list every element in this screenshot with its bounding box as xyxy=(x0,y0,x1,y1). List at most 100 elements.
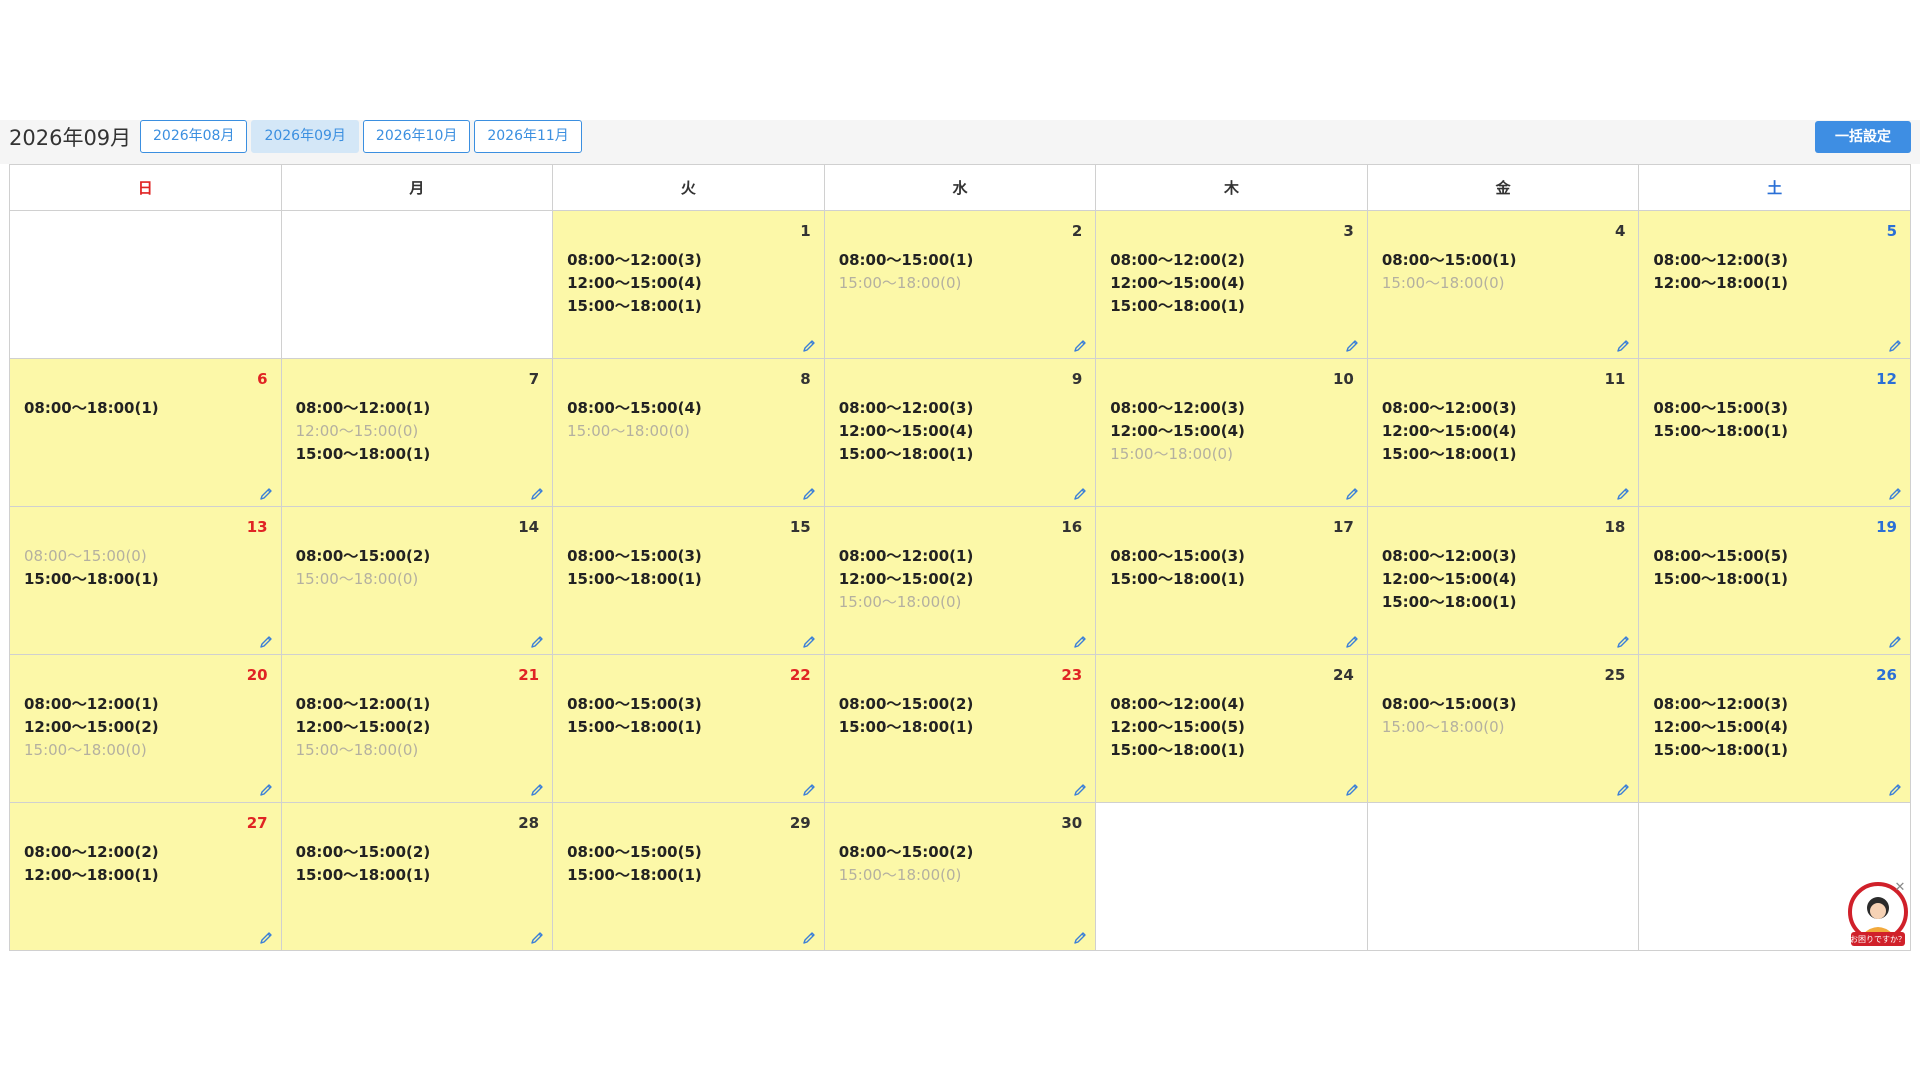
month-tab-1[interactable]: 2026年08月 xyxy=(140,120,248,153)
time-slot: 08:00～12:00(3) xyxy=(1653,695,1789,713)
pencil-icon[interactable] xyxy=(1073,782,1087,796)
day-number: 18 xyxy=(1604,518,1626,536)
calendar-empty-cell xyxy=(9,210,282,359)
calendar-day-cell[interactable]: 30 08:00～15:00(2) 15:00～18:00(0) xyxy=(823,802,1097,951)
day-number: 3 xyxy=(1343,222,1354,240)
calendar-day-cell[interactable]: 7 08:00～12:00(1) 12:00～15:00(0) 15:00～18:00… xyxy=(280,358,554,507)
pencil-icon[interactable] xyxy=(802,338,816,352)
pencil-icon[interactable] xyxy=(530,486,544,500)
calendar-day-cell[interactable]: 9 08:00～12:00(3) 12:00～15:00(4) 15:00～18:00… xyxy=(823,358,1097,507)
pencil-icon[interactable] xyxy=(1073,930,1087,944)
time-slot: 15:00～18:00(0) xyxy=(838,274,962,292)
time-slot-list: 08:00～12:00(3) 12:00～15:00(4) 15:00～18:00(… xyxy=(1653,693,1788,762)
calendar-day-cell[interactable]: 17 08:00～15:00(3) 15:00～18:00(1) xyxy=(1095,506,1368,655)
time-slot: 08:00～12:00(3) xyxy=(1110,399,1245,417)
time-slot-list: 08:00～12:00(4) 12:00～15:00(5) 15:00～18:00(… xyxy=(1110,693,1245,762)
time-slot: 12:00～15:00(4) xyxy=(838,422,974,440)
month-tab-2[interactable]: 2026年09月 xyxy=(251,120,359,153)
calendar-day-cell[interactable]: 14 08:00～15:00(2) 15:00～18:00(0) xyxy=(280,506,554,655)
pencil-icon[interactable] xyxy=(1345,338,1359,352)
time-slot: 12:00～15:00(4) xyxy=(1381,570,1517,588)
pencil-icon[interactable] xyxy=(1073,634,1087,648)
calendar-day-cell[interactable]: 2 08:00～15:00(1) 15:00～18:00(0) xyxy=(823,210,1097,359)
time-slot: 08:00～15:00(2) xyxy=(838,695,974,713)
pencil-icon[interactable] xyxy=(1073,486,1087,500)
calendar-day-cell[interactable]: 26 08:00～12:00(3) 12:00～15:00(4) 15:00～18:0… xyxy=(1638,654,1911,803)
pencil-icon[interactable] xyxy=(1888,782,1902,796)
pencil-icon[interactable] xyxy=(259,930,273,944)
month-tab-3[interactable]: 2026年10月 xyxy=(362,120,471,153)
time-slot: 08:00～12:00(3) xyxy=(838,399,974,417)
calendar-day-cell[interactable]: 15 08:00～15:00(3) 15:00～18:00(1) xyxy=(552,506,825,655)
pencil-icon[interactable] xyxy=(802,486,816,500)
time-slot: 08:00～12:00(1) xyxy=(24,695,159,713)
day-number: 26 xyxy=(1876,666,1897,684)
time-slot: 08:00～12:00(1) xyxy=(295,399,431,417)
time-slot: 12:00～18:00(1) xyxy=(1653,274,1789,292)
pencil-icon[interactable] xyxy=(530,634,544,648)
help-widget-label: お困りですか？ xyxy=(1850,935,1906,944)
time-slot: 12:00～15:00(4) xyxy=(1110,274,1245,292)
calendar-day-cell[interactable]: 21 08:00～12:00(1) 12:00～15:00(2) 15:00～18:0… xyxy=(280,654,554,803)
pencil-icon[interactable] xyxy=(1888,634,1902,648)
calendar-day-cell[interactable]: 1 08:00～12:00(3) 12:00～15:00(4) 15:00～18:00… xyxy=(552,210,825,359)
calendar-day-cell[interactable]: 5 08:00～12:00(3) 12:00～18:00(1) xyxy=(1638,210,1911,359)
day-number: 6 xyxy=(257,370,268,388)
pencil-icon[interactable] xyxy=(259,782,273,796)
pencil-icon[interactable] xyxy=(802,782,816,796)
weekday-header-row: 日月火水木金土 xyxy=(9,164,1911,211)
time-slot-list: 08:00～15:00(0) 15:00～18:00(1) xyxy=(24,545,159,591)
calendar-day-cell[interactable]: 12 08:00～15:00(3) 15:00～18:00(1) xyxy=(1638,358,1911,507)
time-slot: 08:00～12:00(3) xyxy=(567,251,702,269)
calendar-day-cell[interactable]: 8 08:00～15:00(4) 15:00～18:00(0) xyxy=(552,358,825,507)
pencil-icon[interactable] xyxy=(259,634,273,648)
calendar-day-cell[interactable]: 28 08:00～15:00(2) 15:00～18:00(1) xyxy=(280,802,554,951)
pencil-icon[interactable] xyxy=(1616,338,1630,352)
calendar-day-cell[interactable]: 20 08:00～12:00(1) 12:00～15:00(2) 15:00～18:0… xyxy=(9,654,282,803)
pencil-icon[interactable] xyxy=(530,930,544,944)
time-slot-list: 08:00～12:00(3) 12:00～15:00(4) 15:00～18:00(… xyxy=(1110,397,1245,466)
calendar-day-cell[interactable]: 10 08:00～12:00(3) 12:00～15:00(4) 15:00～18:0… xyxy=(1095,358,1368,507)
calendar-day-cell[interactable]: 6 08:00～18:00(1) xyxy=(9,358,282,507)
day-number: 8 xyxy=(800,370,811,388)
pencil-icon[interactable] xyxy=(1888,338,1902,352)
pencil-icon[interactable] xyxy=(259,486,273,500)
time-slot-list: 08:00～15:00(2) 15:00～18:00(1) xyxy=(296,841,431,887)
time-slot: 12:00～15:00(0) xyxy=(295,422,419,440)
calendar-day-cell[interactable]: 4 08:00～15:00(1) 15:00～18:00(0) xyxy=(1366,210,1640,359)
weekday-header: 金 xyxy=(1366,164,1640,211)
calendar-day-cell[interactable]: 3 08:00～12:00(2) 12:00～15:00(4) 15:00～18:00… xyxy=(1095,210,1368,359)
monthly-calendar: 日月火水木金土 1 08:00～12:00(3) 12:00～15:00(4) 15:… xyxy=(9,164,1911,951)
time-slot-list: 08:00～12:00(2) 12:00～15:00(4) 15:00～18:00(… xyxy=(1110,249,1245,318)
calendar-day-cell[interactable]: 11 08:00～12:00(3) 12:00～15:00(4) 15:00～18:0… xyxy=(1366,358,1640,507)
calendar-day-cell[interactable]: 27 08:00～12:00(2) 12:00～18:00(1) xyxy=(9,802,282,951)
calendar-day-cell[interactable]: 29 08:00～15:00(5) 15:00～18:00(1) xyxy=(552,802,825,951)
time-slot: 15:00～18:00(1) xyxy=(567,718,702,736)
close-icon[interactable]: ✕ xyxy=(1893,881,1907,895)
time-slot-list: 08:00～12:00(2) 12:00～18:00(1) xyxy=(24,841,159,887)
pencil-icon[interactable] xyxy=(1345,782,1359,796)
pencil-icon[interactable] xyxy=(1345,486,1359,500)
pencil-icon[interactable] xyxy=(1345,634,1359,648)
time-slot: 08:00～15:00(2) xyxy=(295,547,431,565)
pencil-icon[interactable] xyxy=(1616,634,1630,648)
bulk-settings-button[interactable]: 一括設定 xyxy=(1815,121,1911,153)
calendar-day-cell[interactable]: 24 08:00～12:00(4) 12:00～15:00(5) 15:00～18:0… xyxy=(1095,654,1368,803)
pencil-icon[interactable] xyxy=(1073,338,1087,352)
pencil-icon[interactable] xyxy=(1616,486,1630,500)
calendar-day-cell[interactable]: 22 08:00～15:00(3) 15:00～18:00(1) xyxy=(552,654,825,803)
pencil-icon[interactable] xyxy=(1888,486,1902,500)
calendar-day-cell[interactable]: 16 08:00～12:00(1) 12:00～15:00(2) 15:00～18:0… xyxy=(823,506,1097,655)
calendar-day-cell[interactable]: 13 08:00～15:00(0) 15:00～18:00(1) xyxy=(9,506,282,655)
pencil-icon[interactable] xyxy=(802,930,816,944)
pencil-icon[interactable] xyxy=(530,782,544,796)
calendar-day-cell[interactable]: 19 08:00～15:00(5) 15:00～18:00(1) xyxy=(1638,506,1911,655)
time-slot-list: 08:00～12:00(1) 12:00～15:00(0) 15:00～18:00(… xyxy=(296,397,431,466)
month-tab-4[interactable]: 2026年11月 xyxy=(474,120,582,153)
pencil-icon[interactable] xyxy=(802,634,816,648)
day-number: 15 xyxy=(789,518,811,536)
pencil-icon[interactable] xyxy=(1616,782,1630,796)
calendar-day-cell[interactable]: 25 08:00～15:00(3) 15:00～18:00(0) xyxy=(1366,654,1640,803)
calendar-day-cell[interactable]: 23 08:00～15:00(2) 15:00～18:00(1) xyxy=(823,654,1097,803)
calendar-day-cell[interactable]: 18 08:00～12:00(3) 12:00～15:00(4) 15:00～18:0… xyxy=(1366,506,1640,655)
